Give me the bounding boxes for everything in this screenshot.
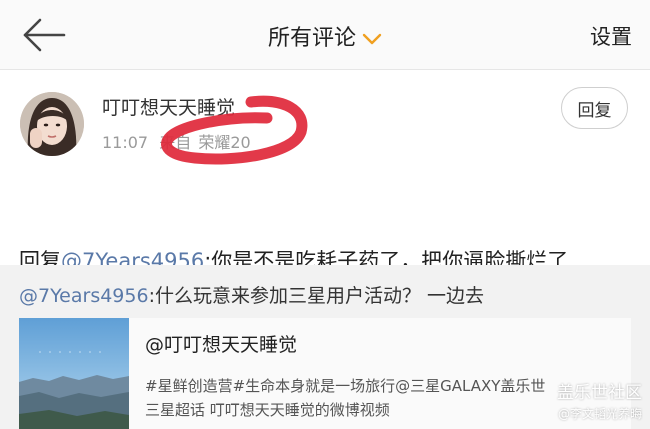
username[interactable]: 叮叮想天天睡觉 — [102, 93, 235, 120]
settings-button[interactable]: 设置 — [590, 21, 632, 51]
video-thumbnail — [19, 318, 129, 429]
page-title: 所有评论 — [267, 26, 356, 51]
video-card[interactable]: @叮叮想天天睡觉 #星鲜创造营#生命本身就是一场旅行@三星GALAXY盖乐世 三… — [19, 318, 631, 429]
avatar-image — [20, 92, 84, 156]
source-prefix: 来自 — [159, 133, 192, 152]
top-bar: 所有评论 设置 — [0, 0, 650, 70]
watermark: 盖乐世社区 @李文韬光养晦 — [557, 378, 642, 422]
device-name: 荣耀20 — [198, 133, 251, 152]
thumbnail-image — [19, 318, 129, 429]
watermark-site: 盖乐世社区 — [557, 383, 642, 403]
watermark-user: @李文韬光养晦 — [557, 407, 642, 421]
quoted-mention-link[interactable]: @7Years4956 — [19, 285, 149, 307]
card-description-line-1: #星鲜创造营#生命本身就是一场旅行@三星GALAXY盖乐世 — [145, 377, 546, 395]
comment-meta: 11:07 来自 荣耀20 — [102, 129, 251, 153]
chevron-down-icon — [362, 33, 382, 45]
comment-filter-dropdown[interactable]: 所有评论 — [0, 20, 650, 52]
quoted-text: @7Years4956:什么玩意来参加三星用户活动？ 一边去 — [19, 281, 484, 308]
card-description: #星鲜创造营#生命本身就是一场旅行@三星GALAXY盖乐世 三星超话 叮叮想天天… — [145, 374, 625, 422]
reply-button[interactable]: 回复 — [561, 87, 628, 129]
quoted-weibo[interactable]: @7Years4956:什么玩意来参加三星用户活动？ 一边去 @叮叮想天天睡觉 … — [0, 265, 650, 429]
quoted-content: :什么玩意来参加三星用户活动？ 一边去 — [148, 285, 485, 307]
comment-time: 11:07 — [102, 133, 149, 152]
card-description-line-2: 三星超话 叮叮想天天睡觉的微博视频 — [145, 401, 390, 419]
avatar[interactable] — [20, 92, 84, 156]
comment-item: 叮叮想天天睡觉 11:07 来自 荣耀20 回复 回复@7Years4956:你… — [0, 71, 650, 273]
card-title[interactable]: @叮叮想天天睡觉 — [145, 330, 297, 357]
